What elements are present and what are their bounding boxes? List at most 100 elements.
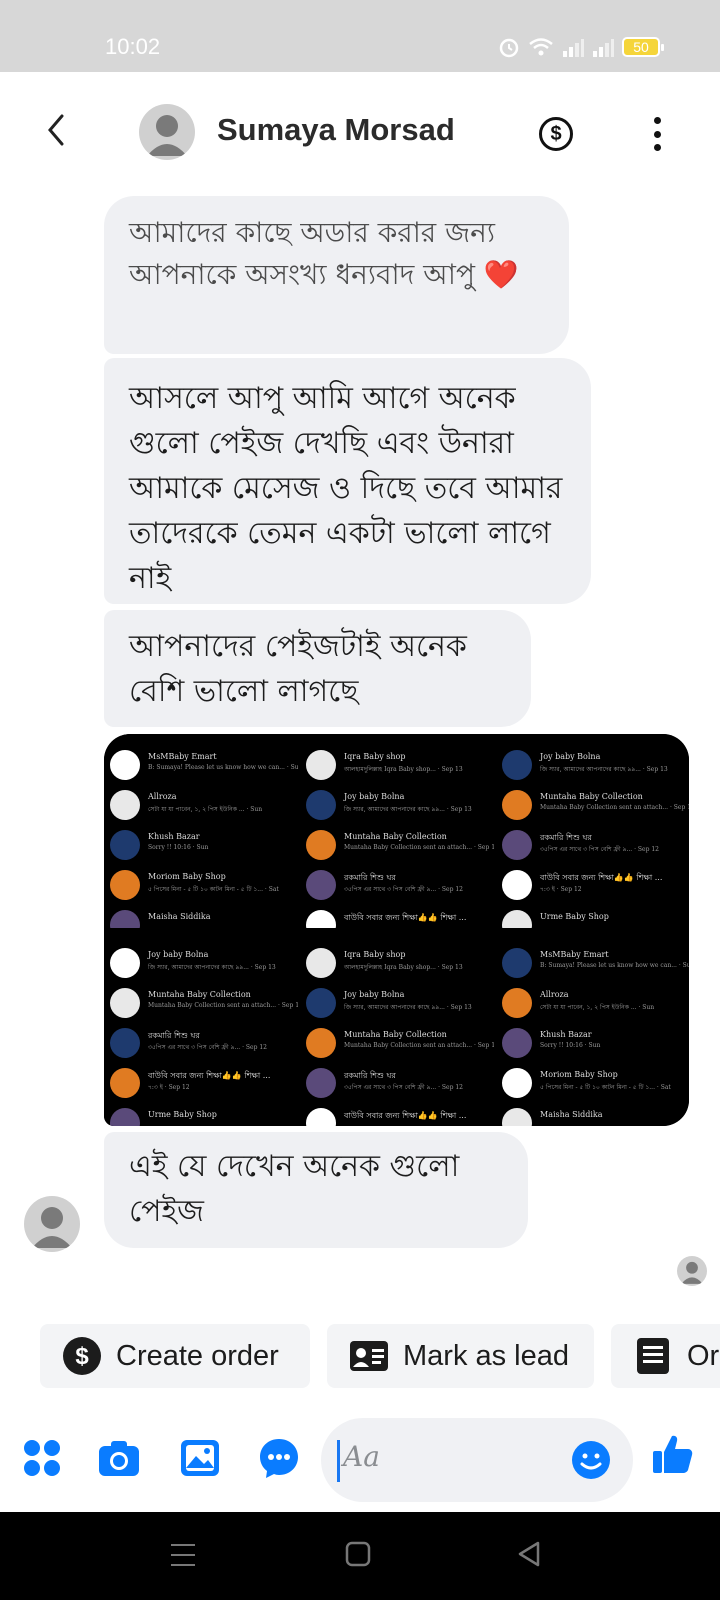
gallery-icon[interactable]: [178, 1436, 222, 1480]
screenshot-chat-row: Khush Bazar Sorry !! 10:16 · Sun: [110, 828, 296, 862]
page-avatar: [306, 1108, 336, 1126]
page-snippet: Muntaha Baby Collection sent an attach..…: [344, 844, 494, 851]
page-avatar: [110, 870, 140, 900]
dollar-circle-icon: $: [62, 1336, 102, 1376]
contact-avatar[interactable]: [139, 104, 195, 160]
mark-as-lead-button[interactable]: Mark as lead: [327, 1324, 594, 1388]
screenshot-chat-row: Urme Baby Shop: [110, 1106, 296, 1126]
camera-icon[interactable]: [97, 1436, 141, 1480]
page-snippet: ৫ পিসের মিনা - ৫ টি ১০ কাটন মিনা - ৫ টি …: [148, 886, 279, 893]
emoji-icon[interactable]: [571, 1440, 611, 1480]
page-avatar: [110, 790, 140, 820]
page-name: Moriom Baby Shop: [148, 872, 226, 881]
screenshot-thumbnail[interactable]: Iqra Baby shop আলহামদুলিল্লাহ Iqra Baby s…: [300, 734, 494, 928]
page-name: Allroza: [540, 990, 569, 999]
battery-level: 50: [633, 39, 649, 55]
message-text: আপনাদের পেইজটাই অনেক বেশি ভালো লাগছে: [129, 629, 467, 709]
home-icon[interactable]: [345, 1540, 371, 1568]
page-name: MsMBaby Emart: [148, 752, 217, 761]
screenshot-thumbnail[interactable]: Joy baby Bolna জি স্যার, আমাদের আপনাদের ক…: [104, 932, 298, 1126]
message-composer: Aa: [0, 1410, 720, 1510]
page-name: Khush Bazar: [148, 832, 200, 841]
image-attachments[interactable]: MsMBaby Emart B: Sumaya! Please let us kn…: [104, 734, 689, 1126]
page-avatar: [502, 830, 532, 860]
page-avatar: [110, 910, 140, 928]
page-avatar: [110, 1028, 140, 1058]
mark-as-lead-label: Mark as lead: [403, 1339, 570, 1372]
screenshot-chat-row: Maisha Siddika: [110, 908, 296, 928]
screenshot-thumbnail[interactable]: Joy baby Bolna জি স্যার, আমাদের আপনাদের ক…: [496, 734, 689, 928]
alarm-icon: [499, 38, 519, 58]
back-arrow-icon[interactable]: [42, 112, 70, 148]
page-snippet: জি স্যার, আমাদের আপনাদের কাছে ৯৯... · Se…: [540, 766, 668, 773]
page-avatar: [502, 910, 532, 928]
page-snippet: Sorry !! 10:16 · Sun: [540, 1042, 601, 1049]
message-bubble[interactable]: এই যে দেখেন অনেক গুলো পেইজ: [104, 1132, 528, 1248]
page-snippet: আলহামদুলিল্লাহ Iqra Baby shop... · Sep 1…: [344, 964, 463, 971]
sender-avatar[interactable]: [24, 1196, 80, 1252]
screenshot-chat-row: রকমারি শিশু ঘর ৩৫পিস এর সাথে ৩ পিস বেশি ফ…: [306, 868, 492, 902]
chat-bubble-icon[interactable]: [257, 1436, 301, 1480]
more-options-icon[interactable]: [652, 117, 662, 151]
screenshot-thumbnail[interactable]: Iqra Baby shop আলহামদুলিল্লাহ Iqra Baby s…: [300, 932, 494, 1126]
screenshot-chat-row: Allroza সেটা যা যা পাবেন, ১, ২ পিস ইউনিক …: [110, 788, 296, 822]
page-name: Maisha Siddika: [540, 1110, 603, 1119]
page-snippet: Muntaha Baby Collection sent an attach..…: [148, 1002, 298, 1009]
screenshot-chat-row: Moriom Baby Shop ৫ পিসের মিনা - ৫ টি ১০ ক…: [502, 1066, 688, 1100]
apps-grid-icon[interactable]: [20, 1436, 64, 1480]
page-name: Muntaha Baby Collection: [344, 1030, 447, 1039]
page-snippet: জি স্যার, আমাদের আপনাদের কাছে ৯৯... · Se…: [344, 806, 472, 813]
screenshot-chat-row: Joy baby Bolna জি স্যার, আমাদের আপনাদের ক…: [306, 986, 492, 1020]
screenshot-thumbnail[interactable]: MsMBaby Emart B: Sumaya! Please let us kn…: [104, 734, 298, 928]
page-name: Muntaha Baby Collection: [344, 832, 447, 841]
page-snippet: ৭:৩ ই · Sep 12: [540, 886, 582, 893]
page-avatar: [502, 1108, 532, 1126]
status-time: 10:02: [105, 34, 161, 59]
default-avatar-icon: [147, 115, 187, 156]
page-name: Joy baby Bolna: [540, 752, 601, 761]
page-avatar: [110, 988, 140, 1018]
page-avatar: [306, 830, 336, 860]
messenger-chat-screen: 10:02 50 Sumaya Morsad $ আমাদের কাছে অডা…: [0, 0, 720, 1600]
contact-name[interactable]: Sumaya Morsad: [217, 112, 455, 148]
page-name: Khush Bazar: [540, 1030, 592, 1039]
screenshot-chat-row: বাউবি সবার জন্য শিক্ষা👍👍 শিক্ষা ... ৭:৩ ই…: [110, 1066, 296, 1100]
page-avatar: [502, 870, 532, 900]
message-bubble[interactable]: আমাদের কাছে অডার করার জন্য আপনাকে অসংখ্য…: [104, 196, 569, 354]
page-name: Joy baby Bolna: [344, 990, 405, 999]
recent-apps-icon[interactable]: [170, 1540, 196, 1570]
page-snippet: ৩৫পিস এর সাথে ৩ পিস বেশি ফ্রী ৯... · Sep…: [540, 846, 659, 853]
screenshot-chat-row: বাউবি সবার জন্য শিক্ষা👍👍 শিক্ষা ... ৭:৩ ই…: [502, 868, 688, 902]
screenshot-chat-row: MsMBaby Emart B: Sumaya! Please let us kn…: [110, 748, 298, 782]
thumbs-up-icon[interactable]: [650, 1432, 694, 1476]
page-avatar: [110, 830, 140, 860]
status-icons: 50: [498, 36, 664, 58]
message-bubble[interactable]: আসলে আপু আমি আগে অনেক গুলো পেইজ দেখছি এব…: [104, 358, 591, 604]
page-avatar: [306, 1068, 336, 1098]
page-avatar: [306, 1028, 336, 1058]
page-name: Allroza: [148, 792, 177, 801]
screenshot-chat-row: Joy baby Bolna জি স্যার, আমাদের আপনাদের ক…: [502, 748, 688, 782]
create-order-button[interactable]: $ Create order: [40, 1324, 310, 1388]
message-input[interactable]: Aa: [321, 1418, 633, 1502]
create-order-label: Create order: [116, 1339, 279, 1372]
message-text: আসলে আপু আমি আগে অনেক গুলো পেইজ দেখছি এব…: [129, 381, 563, 596]
back-nav-icon[interactable]: [516, 1540, 542, 1568]
payment-dollar-icon[interactable]: $: [539, 117, 573, 151]
page-avatar: [502, 1068, 532, 1098]
page-avatar: [306, 948, 336, 978]
page-snippet: ৩৫পিস এর সাথে ৩ পিস বেশি ফ্রী ৯... · Sep…: [344, 1084, 463, 1091]
screenshot-chat-row: Muntaha Baby Collection Muntaha Baby Coll…: [306, 1026, 494, 1060]
screenshot-chat-row: Muntaha Baby Collection Muntaha Baby Coll…: [306, 828, 494, 862]
page-avatar: [502, 1028, 532, 1058]
message-text: আমাদের কাছে অডার করার জন্য আপনাকে অসংখ্য…: [129, 216, 495, 291]
orders-label: Or: [687, 1339, 720, 1372]
message-input-placeholder: Aa: [343, 1440, 380, 1473]
page-avatar: [502, 948, 532, 978]
screenshot-thumbnail[interactable]: MsMBaby Emart B: Sumaya! Please let us kn…: [496, 932, 689, 1126]
orders-button[interactable]: Or: [611, 1324, 720, 1388]
message-bubble[interactable]: আপনাদের পেইজটাই অনেক বেশি ভালো লাগছে: [104, 610, 531, 727]
page-name: Maisha Siddika: [148, 912, 211, 921]
page-snippet: জি স্যার, আমাদের আপনাদের কাছে ৯৯... · Se…: [148, 964, 276, 971]
page-avatar: [110, 948, 140, 978]
